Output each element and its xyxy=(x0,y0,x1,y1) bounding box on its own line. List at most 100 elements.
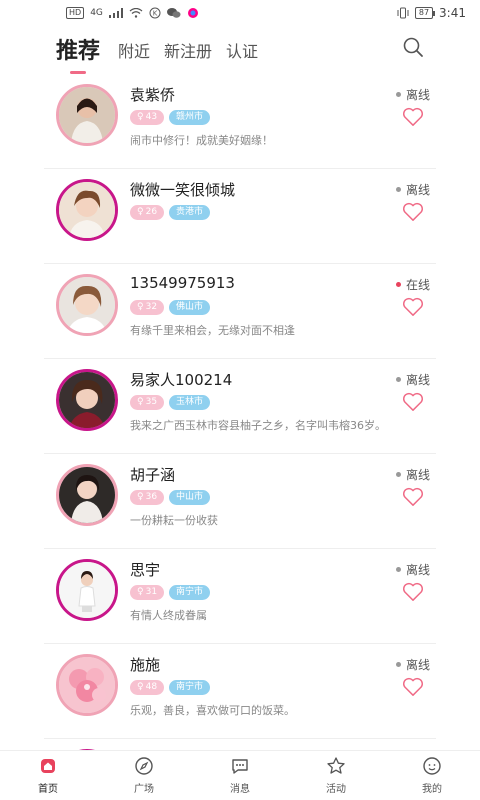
online-status: 离线 xyxy=(395,86,430,103)
app-colorful-icon xyxy=(187,8,198,18)
city-badge: 佛山市 xyxy=(169,300,211,315)
status-bar: HD 4G K 87 3:41 xyxy=(0,0,480,26)
svg-text:K: K xyxy=(153,10,158,18)
user-list-item[interactable]: 袁紫侨 ♀ 43 赣州市 闹市中修行！成就美好姻缘！ 离线 xyxy=(44,74,436,169)
user-face-icon xyxy=(423,757,441,775)
nav-label: 活动 xyxy=(326,784,346,795)
age-badge: ♀ 43 xyxy=(130,110,165,125)
age-value: 35 xyxy=(145,397,158,407)
avatar[interactable] xyxy=(56,369,118,431)
user-badges: ♀ 43 赣州市 xyxy=(130,110,211,125)
user-list-item[interactable]: 思宇 ♀ 31 南宁市 有情人终成眷属 离线 xyxy=(44,549,436,644)
nav-home[interactable]: 首页 xyxy=(18,756,78,795)
status-text: 离线 xyxy=(405,658,430,672)
user-name: 袁紫侨 xyxy=(130,86,176,104)
avatar[interactable] xyxy=(56,84,118,146)
user-name: 易家人100214 xyxy=(130,371,233,389)
nav-label: 我的 xyxy=(422,784,442,795)
nav-activities[interactable]: 活动 xyxy=(306,756,366,795)
age-value: 32 xyxy=(145,302,158,312)
avatar[interactable] xyxy=(56,179,118,241)
heart-outline-icon[interactable] xyxy=(402,297,424,317)
status-text: 离线 xyxy=(405,373,430,387)
online-status: 离线 xyxy=(395,656,430,673)
online-status: 在线 xyxy=(395,276,430,293)
heart-outline-icon[interactable] xyxy=(402,677,424,697)
female-symbol-icon: ♀ xyxy=(137,112,144,122)
age-badge: ♀ 32 xyxy=(130,300,165,315)
user-signature: 闹市中修行！成就美好姻缘！ xyxy=(130,134,273,147)
city-badge: 南宁市 xyxy=(169,680,211,695)
city-badge: 中山市 xyxy=(169,490,211,505)
age-value: 48 xyxy=(145,682,158,692)
tab-nearby[interactable]: 附近 xyxy=(118,38,150,74)
nav-square[interactable]: 广场 xyxy=(114,756,174,795)
nav-messages[interactable]: 消息 xyxy=(210,756,270,795)
status-dot xyxy=(395,187,401,192)
status-text: 离线 xyxy=(405,183,430,197)
user-badges: ♀ 32 佛山市 xyxy=(130,300,211,315)
user-name: 13549975913 xyxy=(130,274,235,292)
user-list-item[interactable]: 胡子涵 ♀ 36 中山市 一份耕耘一份收获 离线 xyxy=(44,454,436,549)
user-name: 思宇 xyxy=(130,561,161,579)
avatar[interactable] xyxy=(56,464,118,526)
heart-outline-icon[interactable] xyxy=(402,107,424,127)
search-icon[interactable] xyxy=(402,36,424,58)
user-badges: ♀ 48 南宁市 xyxy=(130,680,211,695)
user-signature: 我来之广西玉林市容县柚子之乡，名字叫韦榕36岁。 xyxy=(130,419,386,432)
status-dot xyxy=(395,662,401,667)
user-list-item[interactable]: 易家人100214 ♀ 35 玉林市 我来之广西玉林市容县柚子之乡，名字叫韦榕36… xyxy=(44,359,436,454)
status-text: 离线 xyxy=(405,88,430,102)
user-list-item[interactable]: 施施 ♀ 48 南宁市 乐观，善良，喜欢做可口的饭菜。 离线 xyxy=(44,644,436,739)
heart-outline-icon[interactable] xyxy=(402,487,424,507)
age-value: 43 xyxy=(145,112,158,122)
nav-label: 首页 xyxy=(38,784,58,795)
age-value: 26 xyxy=(145,207,158,217)
online-status: 离线 xyxy=(395,181,430,198)
compass-icon xyxy=(135,757,153,775)
city-badge: 赣州市 xyxy=(169,110,211,125)
bottom-nav: 首页 广场 消息 活动 我的 xyxy=(0,750,480,800)
user-list[interactable]: 袁紫侨 ♀ 43 赣州市 闹市中修行！成就美好姻缘！ 离线 微微一笑很倾城 ♀ 26… xyxy=(0,74,480,750)
signal-indicator: 4G xyxy=(90,8,103,18)
age-badge: ♀ 35 xyxy=(130,395,165,410)
avatar[interactable] xyxy=(56,654,118,716)
city-badge: 南宁市 xyxy=(169,585,211,600)
user-list-item[interactable]: 微微一笑很倾城 ♀ 26 贵港市 离线 xyxy=(44,169,436,264)
user-list-item-partial[interactable] xyxy=(44,739,436,750)
signal-bars-icon xyxy=(108,8,123,18)
wifi-icon xyxy=(129,8,143,18)
female-symbol-icon: ♀ xyxy=(137,397,144,407)
status-text: 离线 xyxy=(405,468,430,482)
status-text: 在线 xyxy=(405,278,430,292)
user-badges: ♀ 36 中山市 xyxy=(130,490,211,505)
user-name: 施施 xyxy=(130,656,161,674)
age-badge: ♀ 26 xyxy=(130,205,165,220)
tab-new-registered[interactable]: 新注册 xyxy=(164,38,212,74)
heart-outline-icon[interactable] xyxy=(402,392,424,412)
avatar[interactable] xyxy=(56,559,118,621)
user-badges: ♀ 35 玉林市 xyxy=(130,395,211,410)
status-dot xyxy=(395,472,401,477)
female-symbol-icon: ♀ xyxy=(137,302,144,312)
hd-indicator: HD xyxy=(66,7,85,19)
user-list-item[interactable]: 13549975913 ♀ 32 佛山市 有缘千里来相会，无缘对面不相逢 在线 xyxy=(44,264,436,359)
star-icon xyxy=(327,757,345,774)
user-badges: ♀ 26 贵港市 xyxy=(130,205,211,220)
avatar[interactable] xyxy=(56,274,118,336)
city-badge: 玉林市 xyxy=(169,395,211,410)
status-dot xyxy=(395,282,401,287)
user-signature: 有缘千里来相会，无缘对面不相逢 xyxy=(130,324,295,337)
female-symbol-icon: ♀ xyxy=(137,587,144,597)
tab-recommend[interactable]: 推荐 xyxy=(56,33,100,74)
status-bar-right: 87 3:41 xyxy=(397,6,466,20)
nav-label: 消息 xyxy=(230,784,250,795)
nav-mine[interactable]: 我的 xyxy=(402,756,462,795)
heart-outline-icon[interactable] xyxy=(402,202,424,222)
online-status: 离线 xyxy=(395,371,430,388)
tab-verified[interactable]: 认证 xyxy=(226,38,258,74)
user-signature: 有情人终成眷属 xyxy=(130,609,207,622)
age-badge: ♀ 31 xyxy=(130,585,165,600)
online-status: 离线 xyxy=(395,466,430,483)
heart-outline-icon[interactable] xyxy=(402,582,424,602)
